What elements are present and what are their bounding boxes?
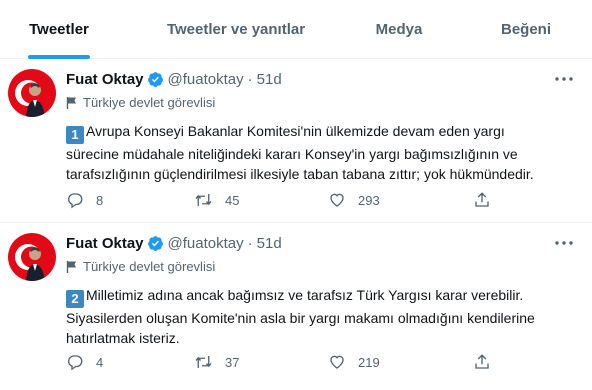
share-button[interactable] bbox=[473, 191, 503, 209]
number-badge: 2 bbox=[66, 290, 84, 308]
tweet-timestamp[interactable]: 51d bbox=[257, 71, 282, 88]
separator-dot: · bbox=[247, 234, 253, 252]
retweet-button[interactable]: 37 bbox=[194, 353, 239, 371]
reply-button[interactable]: 4 bbox=[66, 353, 103, 371]
tab-tweets[interactable]: Tweetler bbox=[0, 0, 118, 59]
share-icon bbox=[475, 192, 489, 207]
more-options-icon[interactable] bbox=[554, 233, 574, 253]
tab-label: Tweetler ve yanıtlar bbox=[166, 21, 306, 38]
tweet-text-line: sürecine müdahale niteliğindeki kararı K… bbox=[66, 146, 518, 162]
avatar[interactable] bbox=[8, 69, 56, 117]
like-count: 293 bbox=[358, 192, 380, 208]
like-button[interactable]: 219 bbox=[328, 353, 380, 371]
tweet-text-line: hatırlatmak isteriz. bbox=[66, 330, 180, 346]
label-text: Türkiye devlet görevlisi bbox=[83, 259, 216, 274]
tab-likes[interactable]: Beğeni bbox=[478, 0, 574, 59]
like-count: 219 bbox=[358, 354, 380, 370]
separator-dot: · bbox=[247, 70, 253, 88]
profile-tabs: Tweetler Tweetler ve yanıtlar Medya Beğe… bbox=[0, 0, 592, 59]
like-button[interactable]: 293 bbox=[328, 191, 380, 209]
reply-icon bbox=[68, 355, 83, 371]
tweet-header: Fuat Oktay @fuatoktay · 51d bbox=[66, 234, 282, 252]
tweet[interactable]: Fuat Oktay @fuatoktay · 51d Türkiye devl… bbox=[0, 59, 592, 223]
reply-icon bbox=[68, 193, 83, 209]
tab-label: Beğeni bbox=[500, 21, 551, 38]
author-handle[interactable]: @fuatoktay bbox=[168, 235, 244, 252]
verified-badge-icon bbox=[147, 235, 164, 252]
tab-media[interactable]: Medya bbox=[356, 0, 442, 59]
label-text: Türkiye devlet görevlisi bbox=[83, 95, 216, 110]
retweet-icon bbox=[195, 356, 212, 368]
reply-count: 4 bbox=[96, 354, 104, 370]
retweet-icon bbox=[195, 194, 212, 206]
tweet-text-line: 1 Avrupa Konseyi Bakanlar Komitesi'nin ül… bbox=[66, 121, 580, 144]
heart-icon bbox=[330, 193, 344, 207]
tweet-text-fragment: Milletimiz adına ancak bağımsız ve taraf… bbox=[86, 287, 524, 303]
flag-icon bbox=[66, 96, 76, 109]
government-label: Türkiye devlet görevlisi bbox=[66, 95, 215, 110]
tab-label: Medya bbox=[375, 21, 423, 38]
tweet-timestamp[interactable]: 51d bbox=[257, 235, 282, 252]
reply-button[interactable]: 8 bbox=[66, 191, 103, 209]
retweet-button[interactable]: 45 bbox=[194, 191, 239, 209]
flag-icon bbox=[66, 260, 76, 273]
tweet-text-line: 2 Milletimiz adına ancak bağımsız ve tara… bbox=[66, 285, 580, 308]
tweet-text: 2 Milletimiz adına ancak bağımsız ve tara… bbox=[66, 285, 580, 348]
heart-icon bbox=[330, 355, 344, 369]
author-name[interactable]: Fuat Oktay bbox=[66, 235, 144, 252]
author-handle[interactable]: @fuatoktay bbox=[168, 71, 244, 88]
share-icon bbox=[475, 354, 489, 369]
avatar[interactable] bbox=[8, 233, 56, 281]
retweet-count: 45 bbox=[225, 192, 240, 208]
share-button[interactable] bbox=[473, 353, 503, 371]
tweet-text-line: Siyasilerden oluşan Komite'nin asla bir … bbox=[66, 310, 535, 326]
tab-tweets-and-replies[interactable]: Tweetler ve yanıtlar bbox=[130, 0, 342, 59]
more-options-icon[interactable] bbox=[554, 69, 574, 89]
verified-badge-icon bbox=[147, 71, 164, 88]
reply-count: 8 bbox=[96, 192, 104, 208]
number-badge: 1 bbox=[66, 126, 84, 144]
tweet-text: 1 Avrupa Konseyi Bakanlar Komitesi'nin ül… bbox=[66, 121, 580, 184]
retweet-count: 37 bbox=[225, 354, 240, 370]
tweet-text-line: tarafsızlığının güçlendirilmesi ilkesiyl… bbox=[66, 166, 534, 182]
tweet-actions: 8 45 293 bbox=[66, 191, 546, 211]
tweet-header: Fuat Oktay @fuatoktay · 51d bbox=[66, 70, 282, 88]
tweet-text-fragment: Avrupa Konseyi Bakanlar Komitesi'nin ülk… bbox=[86, 123, 505, 139]
tab-label: Tweetler bbox=[29, 21, 89, 38]
tweet[interactable]: Fuat Oktay @fuatoktay · 51d Türkiye devl… bbox=[0, 223, 592, 390]
government-label: Türkiye devlet görevlisi bbox=[66, 259, 215, 274]
tweet-actions: 4 37 219 bbox=[66, 353, 546, 373]
author-name[interactable]: Fuat Oktay bbox=[66, 71, 144, 88]
